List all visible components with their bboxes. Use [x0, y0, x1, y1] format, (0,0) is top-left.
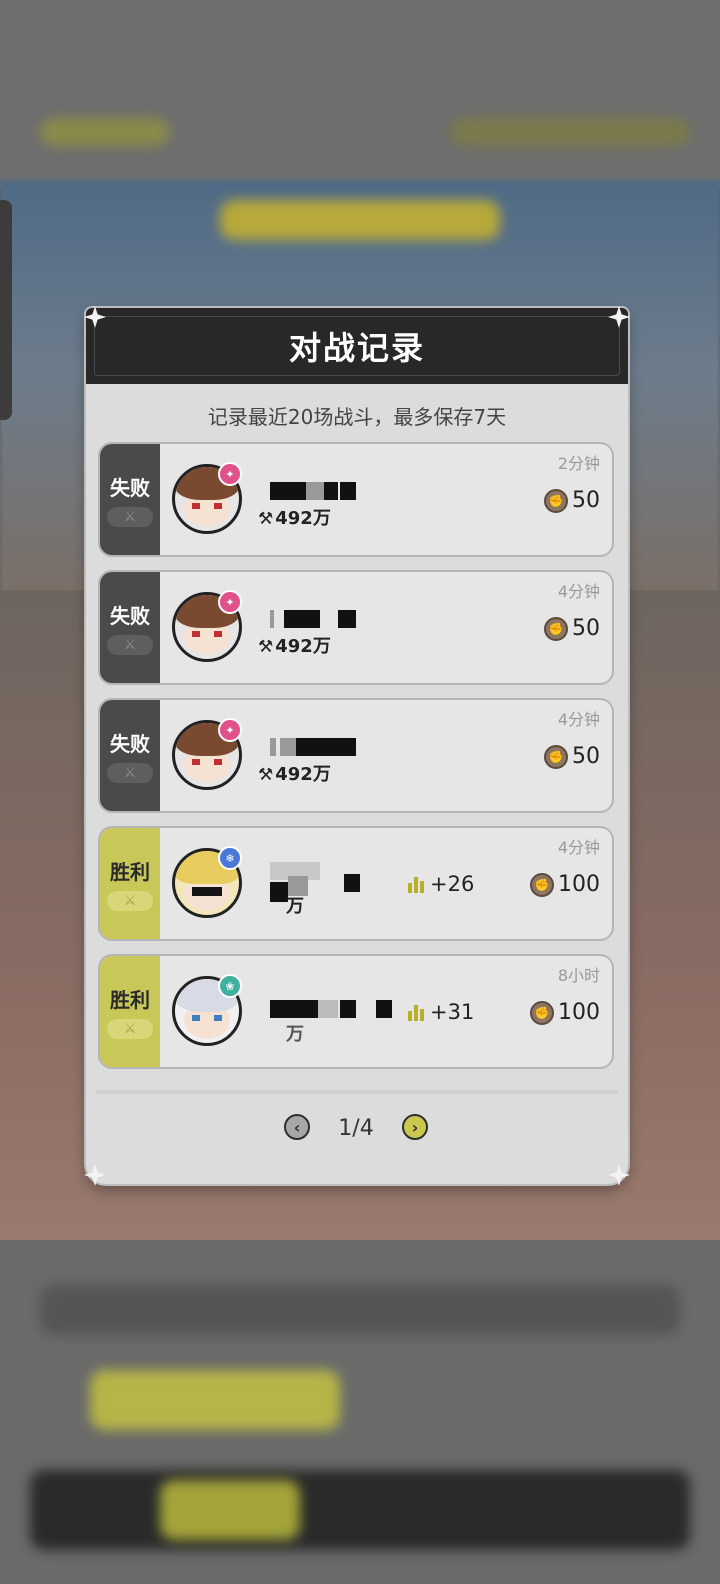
combat-power: 万	[286, 1020, 304, 1046]
coin-reward: ✊ 100	[530, 872, 600, 897]
modal-title: 对战记录	[288, 329, 425, 367]
battle-record-modal: 对战记录 记录最近20场战斗，最多保存7天 失败 ⚔ ✦ ⚒ 492万 2分钟 ✊…	[84, 306, 630, 1186]
result-label: 失败	[110, 732, 150, 756]
combat-power-value: 492万	[275, 508, 331, 529]
modal-subtitle: 记录最近20场战斗，最多保存7天	[207, 405, 507, 429]
battle-record-card[interactable]: 胜利 ⚔ ❀ 万 +31 8小时 ✊ 100	[98, 954, 614, 1069]
coin-value: 50	[572, 744, 600, 769]
record-time: 4分钟	[557, 838, 600, 857]
coin-reward: ✊ 50	[544, 744, 600, 769]
sword-icon: ⚔	[107, 635, 153, 655]
record-time: 2分钟	[557, 454, 600, 473]
coin-value: 50	[572, 616, 600, 641]
combat-power-value: 万	[286, 1024, 304, 1045]
record-time: 8小时	[557, 966, 600, 985]
rank-bars-icon	[408, 1003, 424, 1021]
list-divider	[96, 1090, 618, 1094]
fist-coin-icon: ✊	[530, 872, 554, 897]
coin-reward: ✊ 100	[530, 1000, 600, 1025]
crossed-swords-icon: ⚒	[258, 765, 274, 785]
record-time: 4分钟	[557, 710, 600, 729]
combat-power: 万	[286, 892, 304, 918]
battle-record-card[interactable]: 失败 ⚔ ✦ ⚒ 492万 4分钟 ✊ 50	[98, 570, 614, 685]
record-time: 4分钟	[557, 582, 600, 601]
sword-icon: ⚔	[107, 763, 153, 783]
result-panel: 失败 ⚔	[100, 444, 160, 555]
rank-change-value: +26	[430, 872, 475, 896]
battle-record-card[interactable]: 胜利 ⚔ ❄ 万 +26 4分钟 ✊ 100	[98, 826, 614, 941]
combat-power: ⚒ 492万	[258, 504, 331, 530]
sword-icon: ⚔	[107, 1019, 153, 1039]
crossed-swords-icon: ⚒	[258, 637, 274, 657]
combat-power-value: 492万	[275, 636, 331, 657]
next-page-button[interactable]: ›	[402, 1114, 428, 1140]
result-panel: 胜利 ⚔	[100, 828, 160, 939]
coin-reward: ✊ 50	[544, 488, 600, 513]
fist-coin-icon: ✊	[544, 616, 568, 641]
combat-power-value: 万	[286, 896, 304, 917]
element-badge-icon: ❄	[218, 846, 242, 870]
sword-icon: ⚔	[107, 891, 153, 911]
fist-coin-icon: ✊	[544, 488, 568, 513]
combat-power: ⚒ 492万	[258, 632, 331, 658]
modal-header: 对战记录	[86, 308, 628, 384]
rank-change: +26	[408, 872, 474, 896]
result-label: 胜利	[110, 860, 150, 884]
element-badge-icon: ✦	[218, 462, 242, 486]
pagination: ‹ 1/4 ›	[86, 1108, 628, 1148]
result-label: 失败	[110, 476, 150, 500]
crossed-swords-icon: ⚒	[258, 509, 274, 529]
coin-value: 50	[572, 488, 600, 513]
rank-change-value: +31	[430, 1000, 475, 1024]
element-badge-icon: ✦	[218, 590, 242, 614]
element-badge-icon: ❀	[218, 974, 242, 998]
page-indicator: 1/4	[338, 1116, 374, 1141]
battle-record-card[interactable]: 失败 ⚔ ✦ ⚒ 492万 4分钟 ✊ 50	[98, 698, 614, 813]
result-label: 胜利	[110, 988, 150, 1012]
rank-bars-icon	[408, 875, 424, 893]
prev-page-button[interactable]: ‹	[284, 1114, 310, 1140]
fist-coin-icon: ✊	[530, 1000, 554, 1025]
element-badge-icon: ✦	[218, 718, 242, 742]
coin-value: 100	[558, 872, 600, 897]
battle-record-card[interactable]: 失败 ⚔ ✦ ⚒ 492万 2分钟 ✊ 50	[98, 442, 614, 557]
result-label: 失败	[110, 604, 150, 628]
result-panel: 失败 ⚔	[100, 572, 160, 683]
result-panel: 胜利 ⚔	[100, 956, 160, 1067]
coin-value: 100	[558, 1000, 600, 1025]
coin-reward: ✊ 50	[544, 616, 600, 641]
combat-power-value: 492万	[275, 764, 331, 785]
fist-coin-icon: ✊	[544, 744, 568, 769]
result-panel: 失败 ⚔	[100, 700, 160, 811]
rank-change: +31	[408, 1000, 474, 1024]
combat-power: ⚒ 492万	[258, 760, 331, 786]
sword-icon: ⚔	[107, 507, 153, 527]
